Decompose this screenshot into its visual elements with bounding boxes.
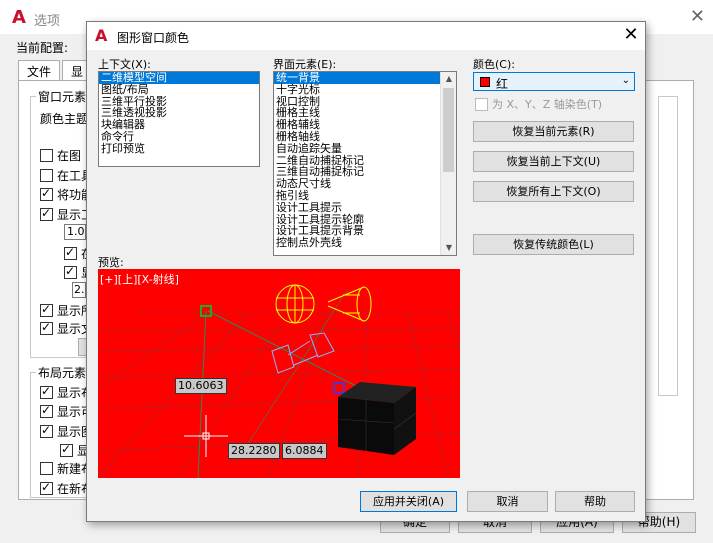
- element-list-item[interactable]: 控制点外壳线: [274, 237, 456, 249]
- context-list-item[interactable]: 命令行: [99, 131, 259, 143]
- checkbox[interactable]: [40, 302, 53, 317]
- help-button[interactable]: 帮助: [555, 491, 635, 512]
- restore-current-context-button[interactable]: 恢复当前上下文(U): [473, 151, 634, 172]
- element-list-item[interactable]: 栅格轴线: [274, 131, 456, 143]
- crosshair-cursor: [184, 415, 228, 457]
- dynamic-dimension-box: 28.2280: [228, 443, 280, 459]
- layout-elements-label: 布局元素: [36, 364, 89, 381]
- close-icon[interactable]: ✕: [621, 24, 641, 45]
- checkbox[interactable]: [40, 423, 53, 438]
- autocad-logo-icon: A: [95, 26, 108, 45]
- color-select[interactable]: 红 ⌄: [473, 72, 635, 91]
- window-elements-label: 窗口元素: [36, 88, 89, 105]
- element-list-item[interactable]: 自动追踪矢量: [274, 142, 456, 155]
- scroll-down-icon[interactable]: ▼: [441, 241, 456, 255]
- preview-canvas: [+][上][X-射线] 10.6063 28.2280 6.0884: [98, 269, 460, 478]
- checkbox[interactable]: [64, 245, 77, 260]
- right-group-edge: [658, 96, 678, 396]
- dynamic-dimension-box: 6.0884: [282, 443, 327, 459]
- color-value: 红: [496, 77, 509, 91]
- checkbox[interactable]: [60, 442, 73, 457]
- autocad-logo-icon: A: [12, 7, 26, 28]
- context-label: 上下文(X):: [98, 58, 151, 71]
- apply-and-close-button[interactable]: 应用并关闭(A): [360, 491, 457, 512]
- context-list-item[interactable]: 打印预览: [99, 142, 259, 155]
- color-label: 颜色(C):: [473, 58, 515, 71]
- restore-classic-colors-button[interactable]: 恢复传统颜色(L): [473, 234, 634, 255]
- chevron-down-icon[interactable]: ⌄: [622, 75, 630, 86]
- scroll-thumb[interactable]: [443, 88, 454, 172]
- checkbox[interactable]: [40, 320, 53, 335]
- black-box-solid: [337, 382, 417, 455]
- check-layout-3[interactable]: 显: [60, 442, 89, 459]
- dynamic-dimension-box: 10.6063: [175, 378, 227, 394]
- spotlight-glyph: [327, 286, 372, 322]
- tab-files[interactable]: 文件: [18, 60, 61, 80]
- context-listbox[interactable]: 二维模型空间 图纸/布局 三维平行投影 三维透视投影 块编辑器 命令行 打印预览: [98, 71, 260, 167]
- dialog-titlebar: A 图形窗口颜色 ✕: [87, 22, 645, 50]
- viewport-controls-label: [+][上][X-射线]: [100, 273, 179, 286]
- checkbox[interactable]: [40, 403, 53, 418]
- tint-xyz-checkbox: [475, 97, 488, 111]
- inner-value-field-2[interactable]: 2.: [72, 282, 86, 298]
- checkbox[interactable]: [64, 264, 77, 279]
- checkbox[interactable]: [40, 462, 53, 475]
- axis-line: [207, 310, 359, 388]
- camera-glyph: [271, 332, 335, 374]
- preview-label: 预览:: [98, 256, 124, 269]
- drawing-window-colors-dialog: A 图形窗口颜色 ✕ 上下文(X): 二维模型空间 图纸/布局 三维平行投影 三维透视…: [86, 21, 646, 522]
- element-list-item[interactable]: 十字光标: [274, 83, 456, 96]
- element-list-item[interactable]: 设计工具提示: [274, 201, 456, 214]
- context-list-item[interactable]: 图纸/布局: [99, 83, 259, 96]
- checkbox[interactable]: [40, 480, 53, 495]
- checkbox[interactable]: [40, 384, 53, 399]
- interface-element-listbox[interactable]: 统一背景 十字光标 视口控制 栅格主线 栅格辅线 栅格轴线 自动追踪矢量 二维自动捕捉标记 三维…: [273, 71, 457, 256]
- options-title: 选项: [34, 14, 61, 29]
- close-icon[interactable]: ✕: [690, 6, 705, 27]
- grip-marker: [333, 382, 345, 394]
- check-top-0[interactable]: 在图: [40, 147, 81, 164]
- checkbox[interactable]: [40, 149, 53, 162]
- color-swatch: [480, 77, 490, 87]
- scroll-up-icon[interactable]: ▲: [441, 72, 456, 86]
- checkbox[interactable]: [40, 206, 53, 221]
- element-list-scrollbar[interactable]: ▲ ▼: [440, 72, 456, 255]
- tint-xyz-label: 为 X、Y、Z 轴染色(T): [492, 98, 603, 111]
- restore-current-element-button[interactable]: 恢复当前元素(R): [473, 121, 634, 142]
- dialog-title: 图形窗口颜色: [117, 31, 190, 45]
- interface-element-label: 界面元素(E):: [273, 58, 337, 71]
- light-sphere-glyph: [275, 284, 315, 324]
- checkbox[interactable]: [40, 186, 53, 201]
- tint-xyz-checkbox-row: 为 X、Y、Z 轴染色(T): [475, 96, 602, 112]
- color-theme-label: 颜色主题: [40, 112, 89, 126]
- cancel-button[interactable]: 取消: [467, 491, 548, 512]
- inner-value-field-1[interactable]: 1.0: [64, 224, 86, 240]
- restore-all-contexts-button[interactable]: 恢复所有上下文(O): [473, 181, 634, 202]
- current-config-label: 当前配置:: [16, 41, 69, 55]
- axis-line: [197, 310, 207, 478]
- tab-display[interactable]: 显: [62, 60, 88, 80]
- checkbox[interactable]: [40, 169, 53, 182]
- element-list-item[interactable]: 拖引线: [274, 190, 456, 202]
